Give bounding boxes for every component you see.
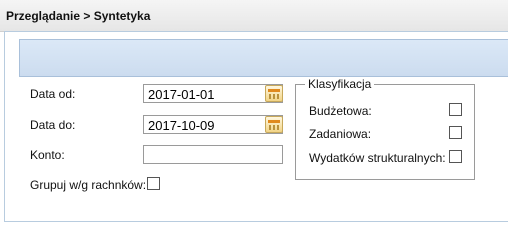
classification-budget-label: Budżetowa: — [309, 104, 372, 118]
classification-budget-checkbox[interactable] — [449, 103, 462, 116]
classification-task-label: Zadaniowa: — [309, 127, 372, 141]
classification-legend: Klasyfikacja — [305, 77, 375, 91]
group-by-accounts-label: Grupuj w/g rachnków: — [30, 178, 147, 192]
date-from-label: Data od: — [30, 87, 76, 101]
account-label: Konto: — [30, 148, 65, 162]
classification-task-checkbox[interactable] — [449, 126, 462, 139]
calendar-icon[interactable] — [265, 116, 283, 133]
page-header: Przeglądanie > Syntetyka — [0, 0, 508, 32]
group-by-accounts-checkbox[interactable] — [147, 177, 160, 190]
classification-structural-checkbox[interactable] — [449, 150, 462, 163]
account-input[interactable] — [143, 145, 283, 164]
date-to-label: Data do: — [30, 118, 76, 132]
date-to-input[interactable]: 2017-10-09 — [143, 115, 283, 134]
breadcrumb: Przeglądanie > Syntetyka — [6, 9, 151, 23]
toolbar — [19, 39, 508, 77]
classification-structural-label: Wydatków strukturalnych: — [309, 151, 446, 165]
date-from-input[interactable]: 2017-01-01 — [143, 84, 283, 103]
calendar-icon[interactable] — [265, 85, 283, 102]
